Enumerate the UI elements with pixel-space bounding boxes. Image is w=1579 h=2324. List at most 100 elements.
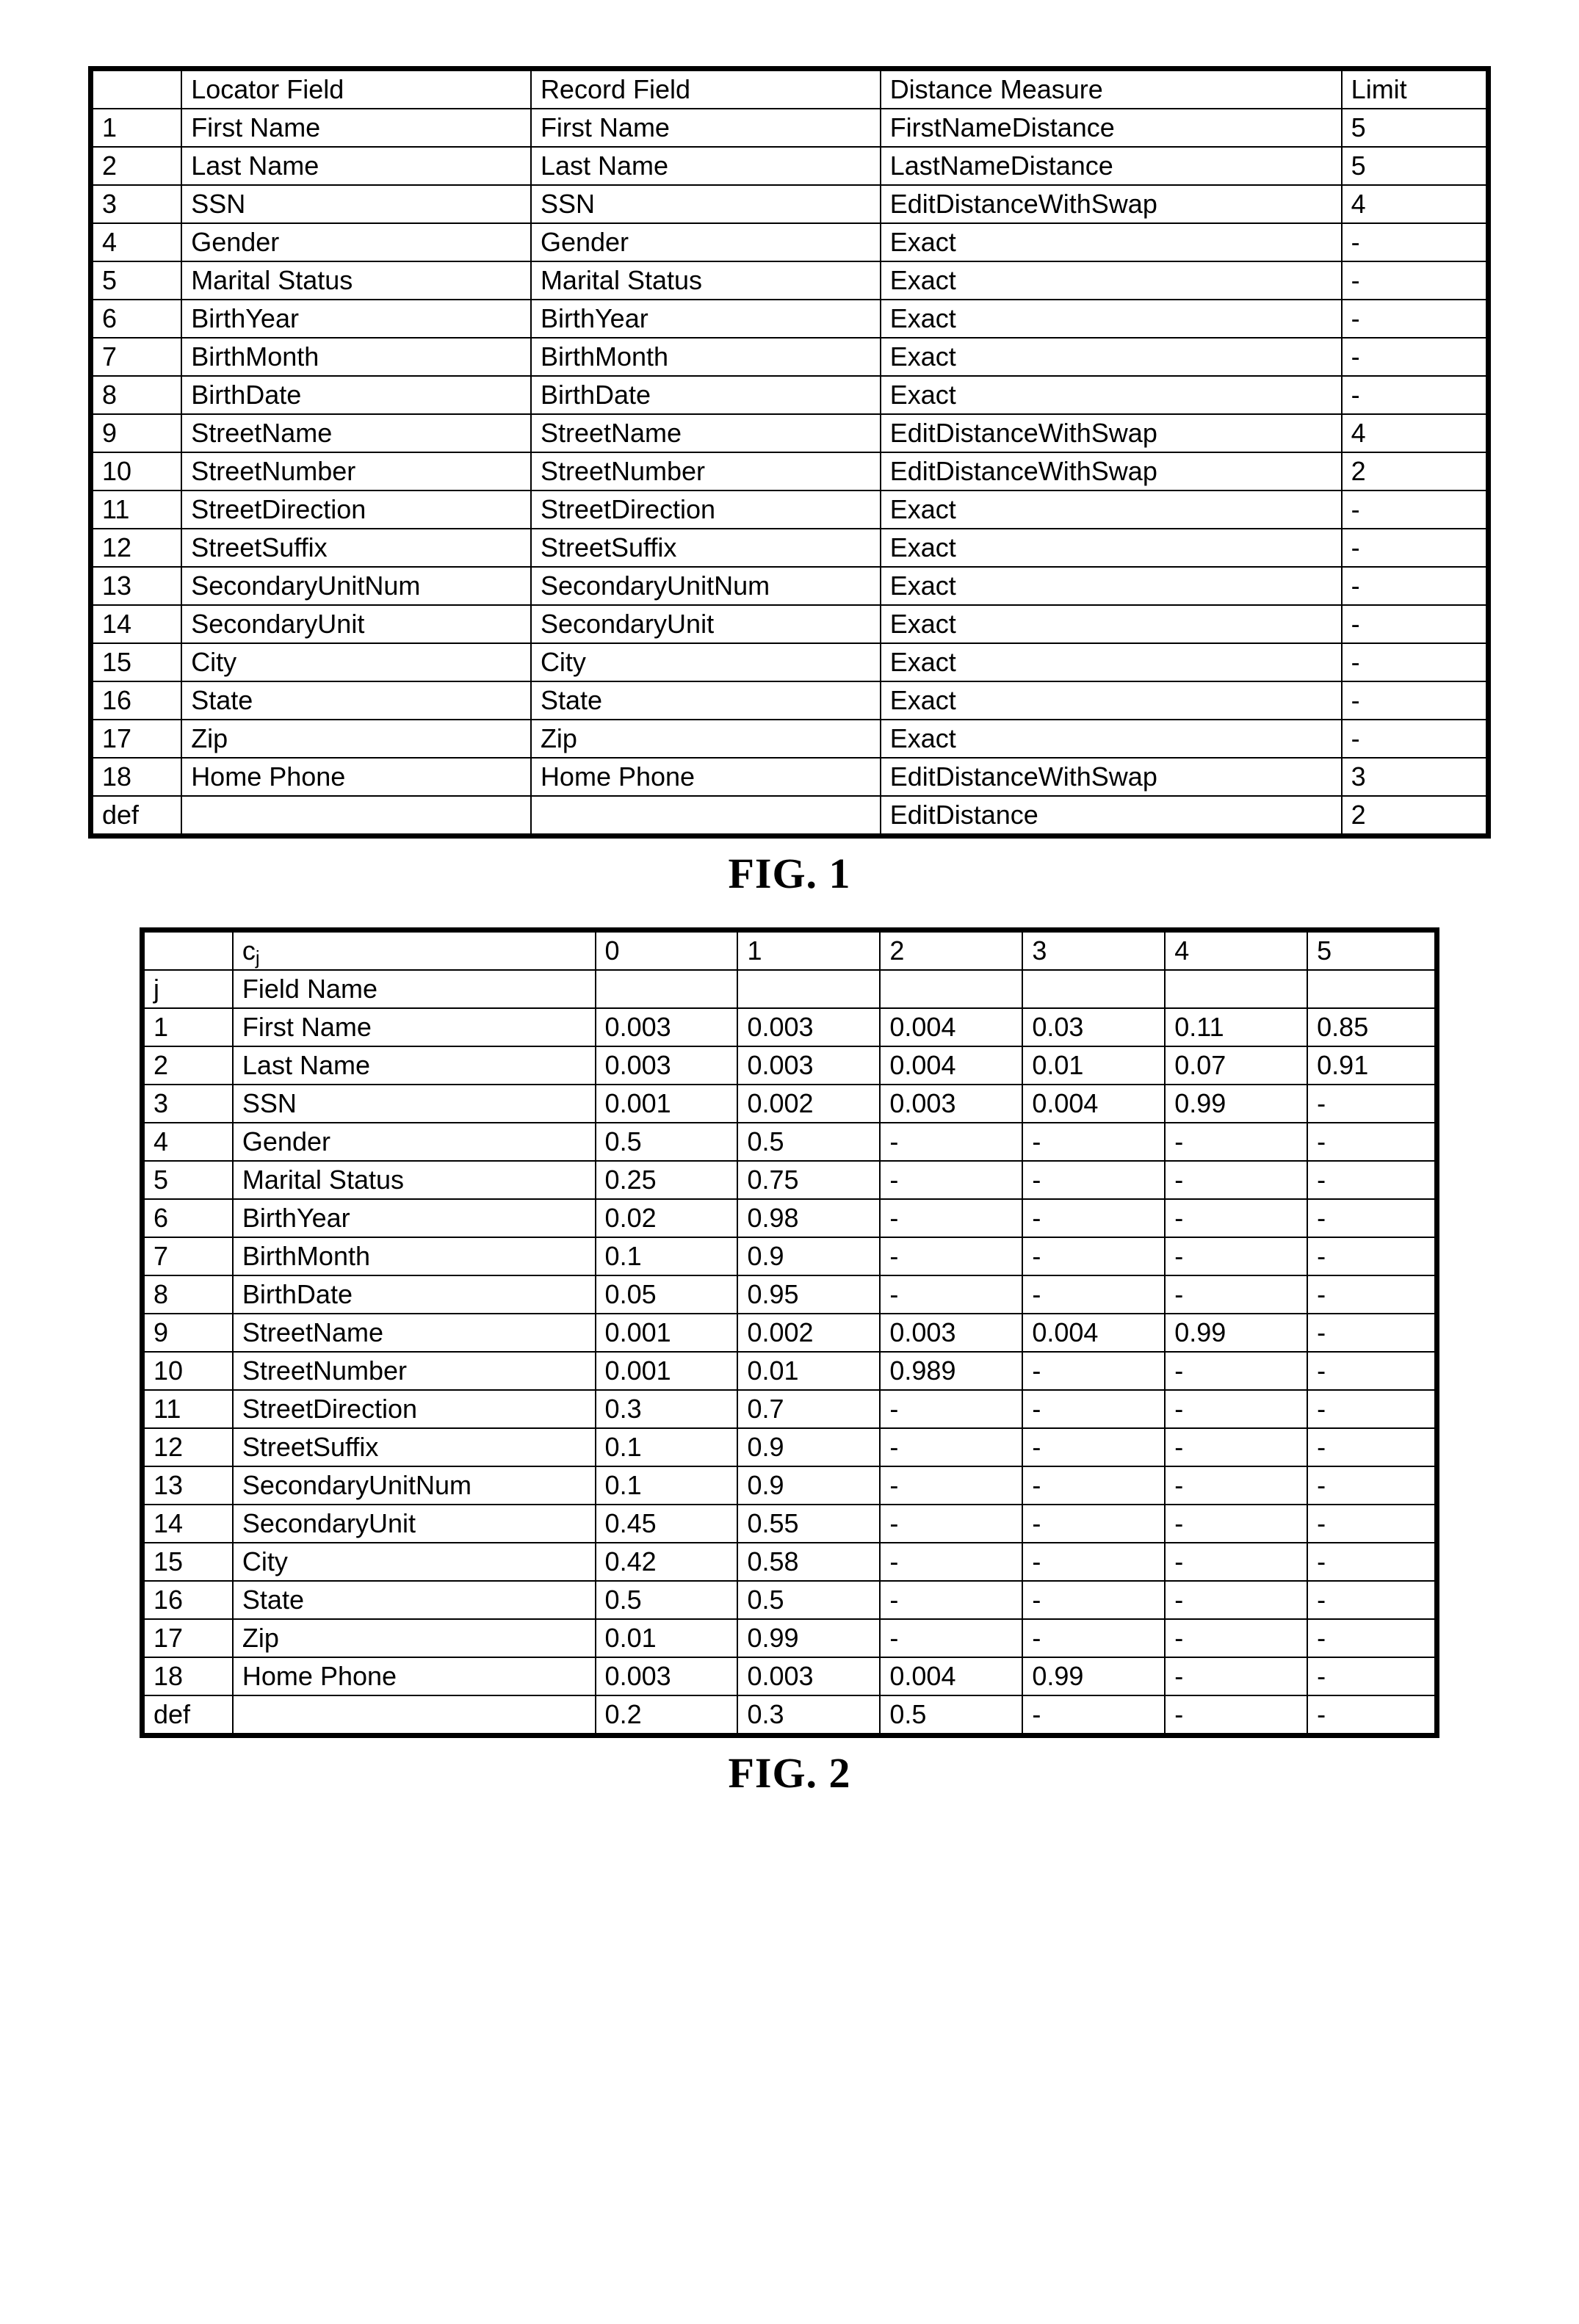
fig1-table: Locator FieldRecord FieldDistance Measur… — [88, 66, 1491, 839]
table-row: 13SecondaryUnitNum0.10.9---- — [142, 1466, 1437, 1505]
fig2-cell: 0.42 — [596, 1543, 738, 1581]
fig1-cell: First Name — [181, 109, 531, 147]
fig2-cell: 0.5 — [737, 1581, 880, 1619]
fig1-cell: Home Phone — [531, 758, 881, 796]
fig1-cell: StreetName — [531, 414, 881, 452]
fig2-cell: - — [1307, 1237, 1437, 1275]
fig2-cell: 0.99 — [1165, 1085, 1307, 1123]
table-row: defEditDistance2 — [91, 796, 1489, 836]
fig2-cell: 0.5 — [596, 1581, 738, 1619]
fig2-cell: - — [880, 1505, 1022, 1543]
fig2-cell: 4 — [142, 1123, 233, 1161]
fig2-cell: - — [1165, 1390, 1307, 1428]
fig2-cell: - — [1307, 1619, 1437, 1657]
fig1-cell: StreetSuffix — [531, 529, 881, 567]
fig1-cell: Last Name — [181, 147, 531, 185]
fig2-cell: 0.5 — [596, 1123, 738, 1161]
fig1-cell: StreetSuffix — [181, 529, 531, 567]
fig1-cell: StreetDirection — [531, 490, 881, 529]
fig2-cell: 0.2 — [596, 1695, 738, 1736]
table-row: 4GenderGenderExact- — [91, 223, 1489, 261]
fig2-cell: 0.95 — [737, 1275, 880, 1314]
fig2-cell: 0.1 — [596, 1237, 738, 1275]
fig2-cell: 16 — [142, 1581, 233, 1619]
fig1-cell: First Name — [531, 109, 881, 147]
table-row: 11StreetDirectionStreetDirectionExact- — [91, 490, 1489, 529]
fig2-cell: 0.001 — [596, 1085, 738, 1123]
fig2-header-cell: 0 — [596, 930, 738, 971]
fig2-cell: 0.5 — [737, 1123, 880, 1161]
table-row: 7BirthMonth0.10.9---- — [142, 1237, 1437, 1275]
fig2-cell: 0.91 — [1307, 1046, 1437, 1085]
table-row: 10StreetNumberStreetNumberEditDistanceWi… — [91, 452, 1489, 490]
fig2-cell: - — [1022, 1123, 1165, 1161]
fig2-cell: 12 — [142, 1428, 233, 1466]
table-row: 7BirthMonthBirthMonthExact- — [91, 338, 1489, 376]
fig2-cell: 0.99 — [1165, 1314, 1307, 1352]
fig1-cell: EditDistanceWithSwap — [881, 185, 1342, 223]
fig2-cell: StreetNumber — [233, 1352, 596, 1390]
fig2-table: cj012345jField Name1First Name0.0030.003… — [140, 927, 1439, 1738]
fig2-cell: 0.9 — [737, 1466, 880, 1505]
fig2-cell: 7 — [142, 1237, 233, 1275]
fig1-cell: 5 — [1342, 147, 1489, 185]
fig2-cell: 3 — [142, 1085, 233, 1123]
fig2-cell: - — [880, 1428, 1022, 1466]
fig1-caption: FIG. 1 — [88, 849, 1491, 898]
fig2-cell: - — [1022, 1199, 1165, 1237]
fig2-cell: 15 — [142, 1543, 233, 1581]
fig2-cell: 0.01 — [737, 1352, 880, 1390]
fig2-header-cell: 3 — [1022, 930, 1165, 971]
fig2-header-cell: 2 — [880, 930, 1022, 971]
fig2-cell: - — [1022, 1237, 1165, 1275]
fig1-cell: 2 — [1342, 796, 1489, 836]
table-row: 4Gender0.50.5---- — [142, 1123, 1437, 1161]
table-row: 9StreetName0.0010.0020.0030.0040.99- — [142, 1314, 1437, 1352]
table-row: 18Home Phone0.0030.0030.0040.99-- — [142, 1657, 1437, 1695]
table-row: 2Last Name0.0030.0030.0040.010.070.91 — [142, 1046, 1437, 1085]
fig2-cell: 0.58 — [737, 1543, 880, 1581]
fig1-cell: Zip — [181, 720, 531, 758]
table-row: 6BirthYearBirthYearExact- — [91, 300, 1489, 338]
fig1-cell: Exact — [881, 376, 1342, 414]
fig2-cell: StreetSuffix — [233, 1428, 596, 1466]
fig1-cell: - — [1342, 681, 1489, 720]
fig1-cell: - — [1342, 376, 1489, 414]
fig2-cell: 0.9 — [737, 1428, 880, 1466]
fig1-cell: 6 — [91, 300, 182, 338]
fig2-cell: StreetDirection — [233, 1390, 596, 1428]
fig1-header-cell: Distance Measure — [881, 69, 1342, 109]
fig2-cell: 0.003 — [737, 1008, 880, 1046]
fig2-cell: 0.989 — [880, 1352, 1022, 1390]
fig1-cell: 1 — [91, 109, 182, 147]
fig2-cell: 0.02 — [596, 1199, 738, 1237]
fig1-cell: StreetName — [181, 414, 531, 452]
fig1-cell: StreetNumber — [181, 452, 531, 490]
fig1-header-cell: Locator Field — [181, 69, 531, 109]
fig2-cell: 0.07 — [1165, 1046, 1307, 1085]
fig2-cell: Marital Status — [233, 1161, 596, 1199]
fig1-cell: 4 — [91, 223, 182, 261]
table-row: 17ZipZipExact- — [91, 720, 1489, 758]
fig2-cell: 0.75 — [737, 1161, 880, 1199]
fig2-cell: 14 — [142, 1505, 233, 1543]
fig1-cell: FirstNameDistance — [881, 109, 1342, 147]
fig2-cell: - — [1307, 1275, 1437, 1314]
fig2-header-cell: cj — [233, 930, 596, 971]
fig1-cell: SecondaryUnit — [531, 605, 881, 643]
fig2-cell: 0.003 — [880, 1085, 1022, 1123]
table-row: 8BirthDate0.050.95---- — [142, 1275, 1437, 1314]
fig2-cell: 0.003 — [880, 1314, 1022, 1352]
fig2-cell: - — [1022, 1161, 1165, 1199]
fig1-header-cell: Limit — [1342, 69, 1489, 109]
fig2-header-cell — [596, 970, 738, 1008]
fig2-caption: FIG. 2 — [88, 1748, 1491, 1798]
fig2-cell: - — [880, 1581, 1022, 1619]
fig2-header-cell — [1022, 970, 1165, 1008]
fig2-cell: 9 — [142, 1314, 233, 1352]
fig2-cell: 0.7 — [737, 1390, 880, 1428]
fig2-cell: 0.5 — [880, 1695, 1022, 1736]
fig1-cell — [181, 796, 531, 836]
fig2-cell: 0.05 — [596, 1275, 738, 1314]
fig2-cell: - — [880, 1619, 1022, 1657]
